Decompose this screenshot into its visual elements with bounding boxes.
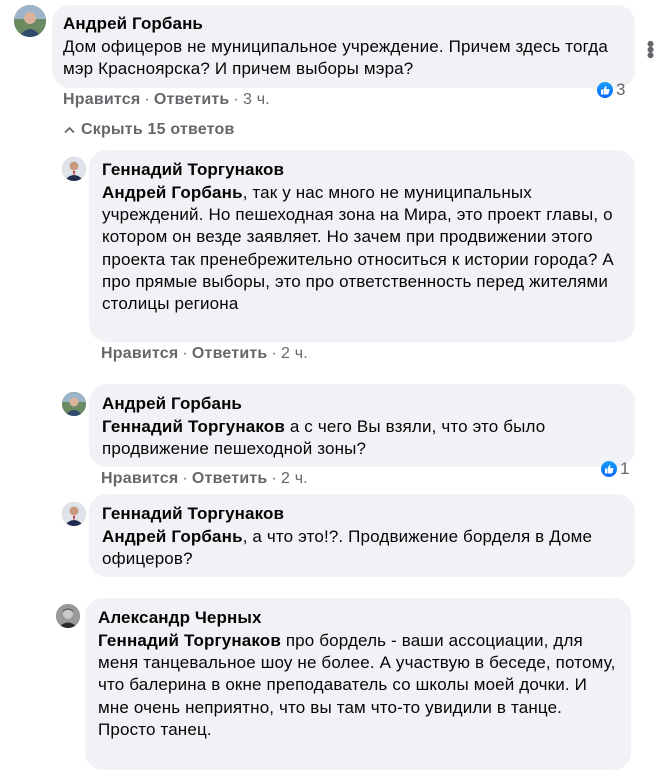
reply-button[interactable]: Ответить	[154, 91, 230, 108]
reply-actions: Нравится · Ответить · 2 ч.	[101, 345, 308, 362]
comment-author[interactable]: Андрей Горбань	[63, 13, 622, 35]
comment-actions: Нравится · Ответить · 3 ч.	[63, 91, 270, 108]
reply-text-line: Просто танец.	[98, 719, 212, 739]
reply-author[interactable]: Александр Черных	[98, 607, 618, 629]
reply-time[interactable]: 2 ч.	[281, 345, 308, 362]
reply-text: Геннадий Торгунаков про бордель - ваши а…	[98, 630, 618, 719]
reaction-number: 3	[616, 80, 626, 99]
reaction-count[interactable]: 1	[601, 458, 629, 480]
reply-bubble-1: Геннадий Торгунаков Андрей Горбань, так …	[89, 150, 635, 342]
like-reaction-icon	[597, 82, 613, 98]
reply-actions: Нравится · Ответить · 2 ч.	[101, 470, 308, 487]
more-options-icon[interactable]: •••	[638, 40, 658, 57]
like-button[interactable]: Нравится	[63, 91, 140, 108]
reply-author[interactable]: Геннадий Торгунаков	[102, 159, 622, 181]
like-reaction-icon	[601, 461, 617, 477]
like-button[interactable]: Нравится	[101, 345, 178, 362]
avatar-gennady-torgunakov[interactable]	[62, 502, 86, 526]
avatar-gennady-torgunakov[interactable]	[62, 157, 86, 181]
avatar-andrey-gorban[interactable]	[62, 392, 86, 416]
mention-link[interactable]: Геннадий Торгунаков	[102, 417, 285, 436]
hide-replies-toggle[interactable]: Скрыть 15 ответов	[64, 121, 235, 139]
chevron-up-icon	[64, 121, 75, 139]
hide-replies-label: Скрыть 15 ответов	[81, 121, 235, 138]
avatar-andrey-gorban[interactable]	[14, 5, 46, 37]
reply-text: Андрей Горбань, а что это!?. Продвижение…	[102, 526, 622, 570]
comment-time[interactable]: 3 ч.	[243, 91, 270, 108]
reply-bubble-2: Андрей Горбань Геннадий Торгунаков а с ч…	[89, 384, 635, 467]
avatar-alexander-chernykh[interactable]	[56, 604, 80, 628]
comment-text: Дом офицеров не муниципальное учреждение…	[63, 37, 608, 79]
reply-bubble-3: Геннадий Торгунаков Андрей Горбань, а чт…	[89, 494, 635, 577]
reply-button[interactable]: Ответить	[192, 470, 268, 487]
reply-author[interactable]: Геннадий Торгунаков	[102, 503, 622, 525]
reaction-count[interactable]: 3	[597, 79, 625, 101]
mention-link[interactable]: Геннадий Торгунаков	[98, 631, 281, 650]
reply-author[interactable]: Андрей Горбань	[102, 393, 622, 415]
reply-text: Геннадий Торгунаков а с чего Вы взяли, ч…	[102, 416, 622, 460]
mention-link[interactable]: Андрей Горбань	[102, 183, 243, 202]
reply-button[interactable]: Ответить	[192, 345, 268, 362]
reply-time[interactable]: 2 ч.	[281, 470, 308, 487]
comment-bubble: Андрей Горбань Дом офицеров не муниципал…	[52, 5, 635, 88]
like-button[interactable]: Нравится	[101, 470, 178, 487]
mention-link[interactable]: Андрей Горбань	[102, 527, 243, 546]
reply-text: Андрей Горбань, так у нас много не муниц…	[102, 182, 622, 315]
reply-body: , так у нас много не муниципальных учреж…	[102, 183, 614, 314]
reply-bubble-4: Александр Черных Геннадий Торгунаков про…	[85, 598, 631, 770]
reaction-number: 1	[620, 459, 630, 478]
